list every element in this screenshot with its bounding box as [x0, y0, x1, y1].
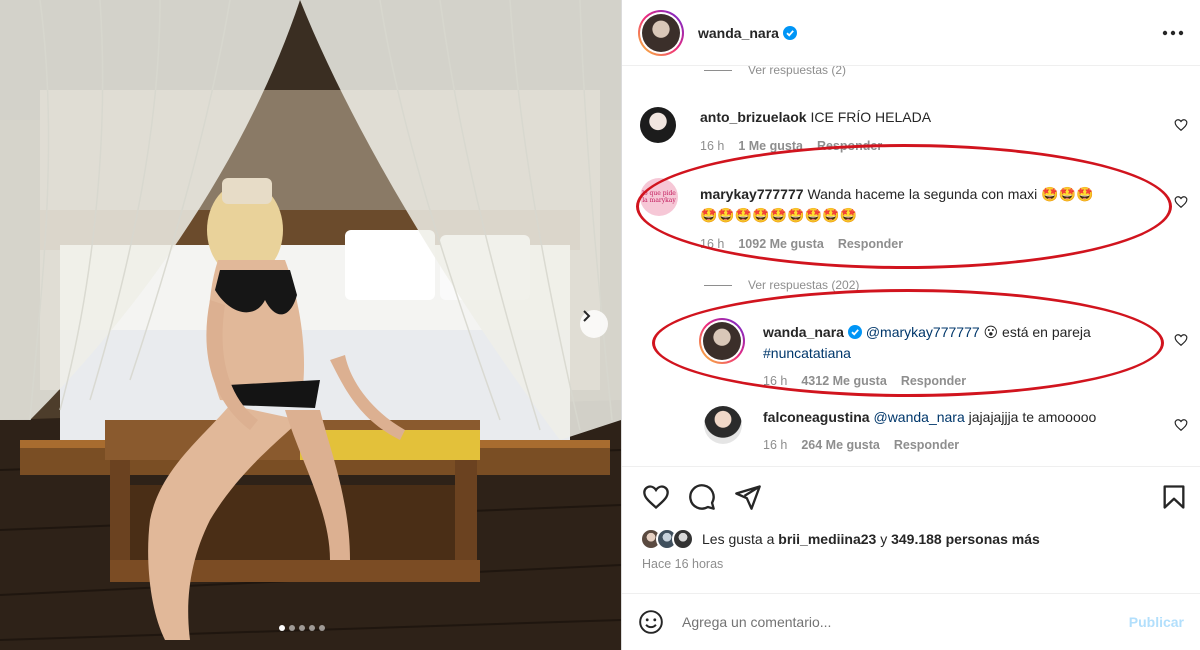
comment-meta: 16 h 1092 Me gusta Responder	[700, 237, 903, 251]
hashtag-link[interactable]: #nuncatatiana	[763, 345, 851, 361]
author-avatar[interactable]	[638, 9, 684, 56]
reply-username[interactable]: wanda_nara	[763, 324, 844, 340]
likes-connector: y	[880, 531, 888, 547]
post-actions-bar	[622, 466, 1200, 526]
reply-username[interactable]: falconeagustina	[763, 409, 870, 425]
comment-username[interactable]: anto_brizuelaok	[700, 109, 807, 125]
more-options-icon[interactable]	[1162, 30, 1184, 36]
reply-time: 16 h	[763, 438, 788, 452]
post-photo[interactable]	[0, 0, 621, 650]
instagram-post-view: wanda_nara Ver respuestas (2) anto_brizu…	[0, 0, 1200, 650]
heart-icon[interactable]	[1174, 418, 1188, 432]
carousel-indicator	[279, 625, 325, 631]
reply-time: 16 h	[763, 374, 788, 388]
comment-input[interactable]	[682, 614, 1129, 630]
post-timestamp: Hace 16 horas	[642, 557, 724, 571]
publish-button[interactable]: Publicar	[1129, 614, 1184, 630]
carousel-dot	[289, 625, 295, 631]
liker-avatar[interactable]	[672, 528, 694, 550]
reply-author-avatar[interactable]	[699, 318, 745, 364]
reply-likes[interactable]: 4312 Me gusta	[801, 374, 886, 388]
liker-avatars	[640, 528, 694, 550]
likes-prefix: Les gusta a	[702, 531, 775, 547]
mention-link[interactable]: @wanda_nara	[873, 409, 964, 425]
comment-likes[interactable]: 1 Me gusta	[738, 139, 803, 153]
comment-meta: 16 h 1 Me gusta Responder	[700, 139, 882, 153]
reply-body: falconeagustina @wanda_nara jajajajjja t…	[763, 407, 1096, 428]
reply-button[interactable]: Responder	[838, 237, 903, 251]
carousel-dot	[309, 625, 315, 631]
verified-badge-icon	[782, 25, 797, 40]
comment-body: anto_brizuelaok ICE FRÍO HELADA	[700, 107, 931, 128]
commenter-avatar[interactable]	[640, 107, 676, 143]
reply-button[interactable]: Responder	[901, 374, 966, 388]
reply-body: wanda_nara @marykay777777 😮 está en pare…	[763, 322, 1163, 364]
reply-button[interactable]: Responder	[894, 438, 959, 452]
comment-body: marykay777777 Wanda haceme la segunda co…	[700, 184, 1160, 226]
liker-username[interactable]: brii_mediina23	[778, 531, 876, 547]
comment-text: Wanda haceme la segunda con maxi 🤩🤩🤩	[807, 186, 1094, 202]
reply-text: está en pareja	[1002, 324, 1091, 340]
comment-text: ICE FRÍO HELADA	[810, 109, 932, 125]
avatar-label: lo que pide la marykay	[642, 190, 676, 204]
mention-link[interactable]: @marykay777777	[866, 324, 980, 340]
reply-text: jajajajjja te amooooo	[968, 409, 1097, 425]
share-send-icon[interactable]	[734, 483, 762, 511]
carousel-dot-active	[279, 625, 285, 631]
heart-icon[interactable]	[1174, 118, 1188, 132]
reply-meta: 16 h 4312 Me gusta Responder	[763, 374, 966, 388]
reply-meta: 16 h 264 Me gusta Responder	[763, 438, 959, 452]
verified-badge-icon	[847, 325, 862, 339]
author-username[interactable]: wanda_nara	[698, 25, 779, 41]
photo-illustration	[0, 0, 621, 650]
comment-time: 16 h	[700, 237, 725, 251]
save-bookmark-icon[interactable]	[1160, 483, 1188, 511]
carousel-dot	[319, 625, 325, 631]
reply-button[interactable]: Responder	[817, 139, 882, 153]
post-header: wanda_nara	[622, 0, 1200, 66]
comment-time: 16 h	[700, 139, 725, 153]
comment-bubble-icon[interactable]	[688, 483, 716, 511]
like-heart-icon[interactable]	[642, 483, 670, 511]
heart-icon[interactable]	[1174, 333, 1188, 347]
post-side-panel: wanda_nara Ver respuestas (2) anto_brizu…	[621, 0, 1200, 650]
surprised-emoji: 😮	[983, 324, 999, 340]
comments-list[interactable]: Ver respuestas (2) anto_brizuelaok ICE F…	[622, 66, 1200, 466]
comment-username[interactable]: marykay777777	[700, 186, 804, 202]
comment-likes[interactable]: 1092 Me gusta	[738, 237, 823, 251]
reply-author-avatar[interactable]	[704, 406, 742, 444]
comment-text-emojis: 🤩🤩🤩🤩🤩🤩🤩🤩🤩	[700, 207, 857, 223]
likes-summary: Les gusta a brii_mediina23 y 349.188 per…	[640, 528, 1040, 550]
chevron-right-icon	[583, 310, 591, 322]
reply-likes[interactable]: 264 Me gusta	[801, 438, 880, 452]
heart-icon[interactable]	[1174, 195, 1188, 209]
view-replies-button[interactable]: Ver respuestas (202)	[704, 278, 859, 292]
likes-others-link[interactable]: 349.188 personas más	[891, 531, 1040, 547]
carousel-dot	[299, 625, 305, 631]
emoji-smiley-icon[interactable]	[638, 609, 664, 635]
commenter-avatar[interactable]: lo que pide la marykay	[640, 178, 678, 216]
view-replies-button[interactable]: Ver respuestas (2)	[704, 66, 846, 77]
next-slide-button[interactable]	[580, 310, 608, 338]
comment-composer: Publicar	[622, 593, 1200, 650]
